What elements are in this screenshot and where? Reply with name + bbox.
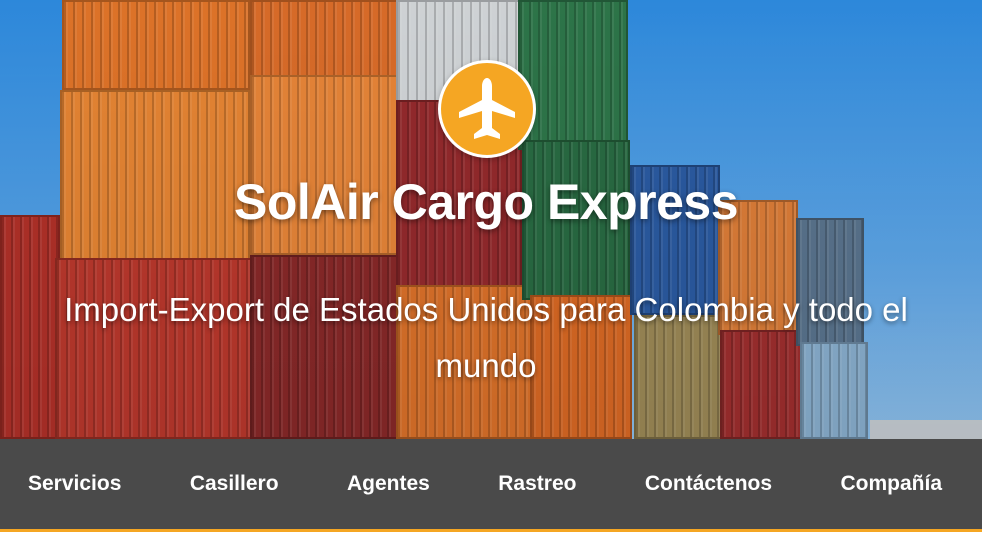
- hero-banner: SolAir Cargo Express Import-Export de Es…: [0, 0, 982, 439]
- nav-item-contactenos[interactable]: Contáctenos: [645, 472, 772, 496]
- page-title: SolAir Cargo Express: [233, 174, 739, 230]
- nav-item-rastreo[interactable]: Rastreo: [498, 472, 576, 496]
- main-navigation: Servicios Casillero Agentes Rastreo Cont…: [0, 439, 982, 529]
- logo-badge[interactable]: [438, 60, 536, 158]
- page-subtitle: Import-Export de Estados Unidos para Col…: [64, 291, 908, 384]
- nav-item-casillero[interactable]: Casillero: [190, 472, 279, 496]
- nav-item-servicios[interactable]: Servicios: [28, 472, 121, 496]
- airplane-icon: [459, 78, 515, 139]
- nav-item-agentes[interactable]: Agentes: [347, 472, 430, 496]
- nav-item-compania[interactable]: Compañía: [840, 472, 942, 496]
